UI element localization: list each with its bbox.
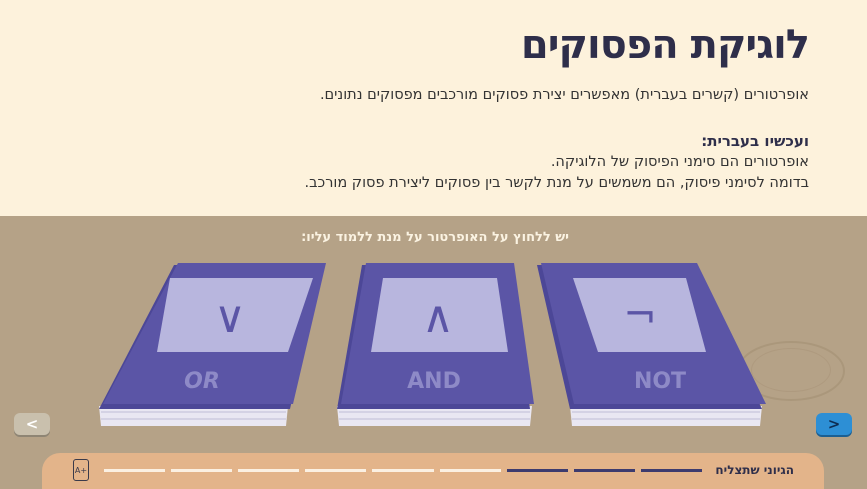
progress-label: הגיוני שתצליח bbox=[715, 463, 794, 477]
progress-segment bbox=[439, 469, 501, 472]
book-not[interactable]: ¬ NOT bbox=[537, 263, 766, 426]
intro-text: אופרטורים (קשרים בעברית) מאפשרים יצירת פ… bbox=[319, 87, 809, 103]
logical-not-symbol: ¬ bbox=[623, 292, 657, 338]
progress-segment bbox=[104, 469, 166, 472]
book-or[interactable]: ∨ OR bbox=[99, 263, 326, 426]
progress-segment bbox=[238, 469, 300, 472]
book-label: OR bbox=[184, 369, 220, 394]
desk-area: יש ללחוץ על האופרטור על מנת ללמוד עליו: … bbox=[0, 216, 867, 489]
progress-segment bbox=[372, 469, 434, 472]
subheading: ועכשיו בעברית: bbox=[701, 132, 809, 150]
progress-segment bbox=[171, 469, 233, 472]
progress-bar: A+ הגיוני שתצליח bbox=[42, 453, 824, 489]
content-panel: לוגיקת הפסוקים אופרטורים (קשרים בעברית) … bbox=[0, 0, 867, 216]
page-title: לוגיקת הפסוקים bbox=[520, 22, 810, 68]
logical-and-symbol: ∧ bbox=[422, 292, 454, 343]
progress-segment bbox=[305, 469, 367, 472]
text-size-icon[interactable]: A+ bbox=[73, 459, 89, 481]
progress-segment bbox=[573, 469, 635, 472]
book-label: AND bbox=[407, 369, 461, 394]
logical-or-symbol: ∨ bbox=[214, 292, 246, 343]
operator-books: ∨ OR ∧ AND ¬ NOT bbox=[99, 263, 766, 426]
next-button[interactable]: > bbox=[816, 413, 852, 435]
book-and[interactable]: ∧ AND bbox=[337, 263, 534, 426]
progress-segment bbox=[640, 469, 702, 472]
book-label: NOT bbox=[634, 369, 686, 394]
body-text-line-1: אופרטורים הם סימני הפיסוק של הלוגיקה. bbox=[550, 154, 809, 170]
body-text-line-2: בדומה לסימני פיסוק, הם משמשים על מנת לקש… bbox=[304, 175, 809, 191]
previous-button[interactable]: < bbox=[14, 413, 50, 435]
progress-segment bbox=[506, 469, 568, 472]
